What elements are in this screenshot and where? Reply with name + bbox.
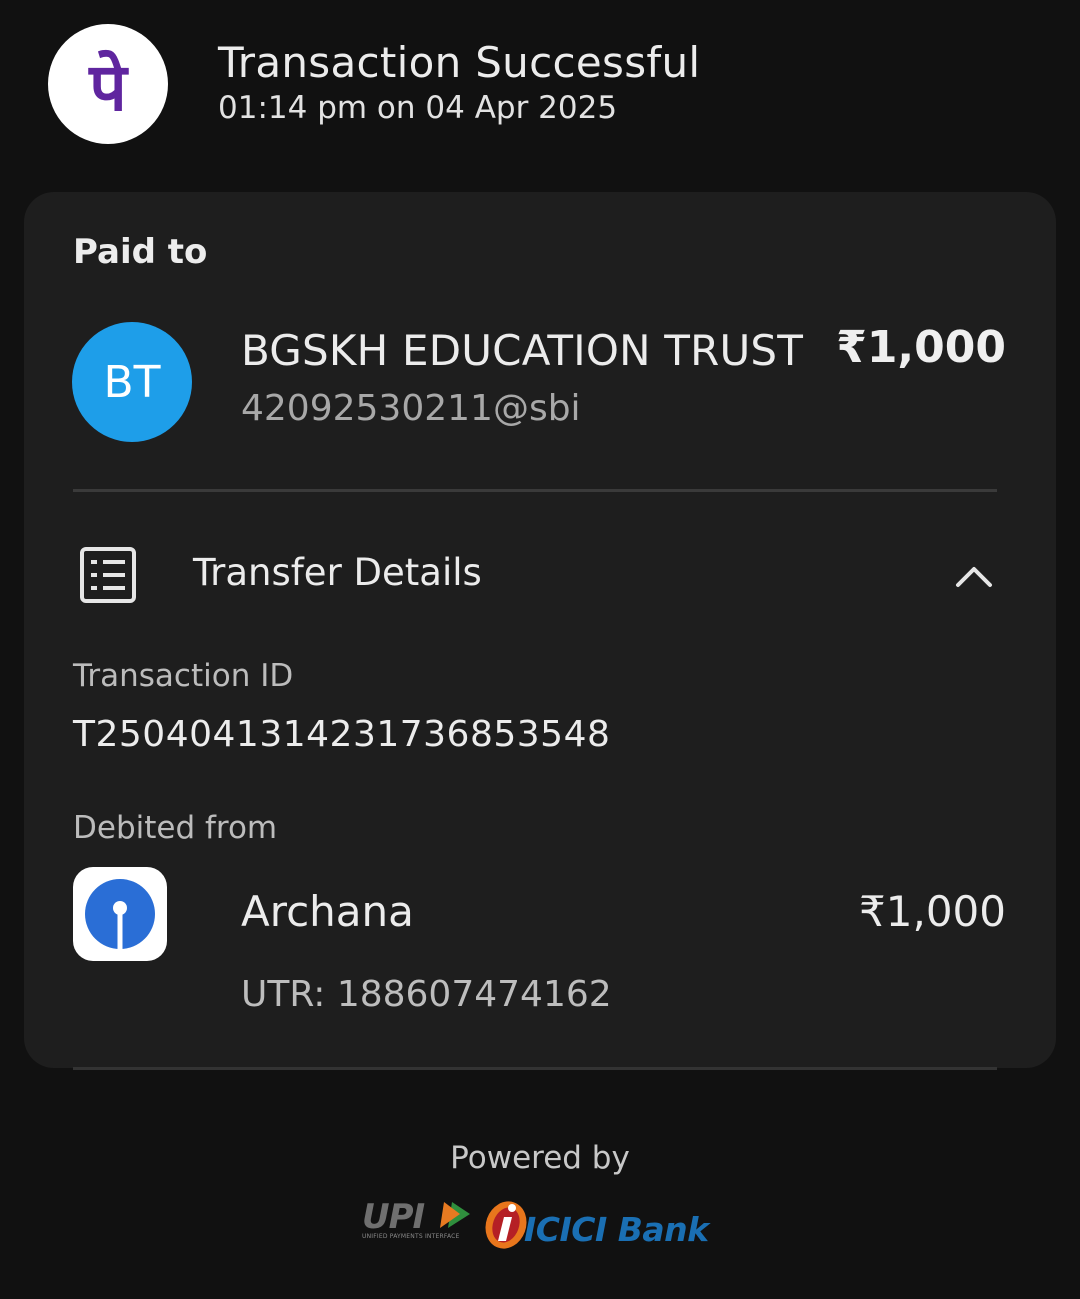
debit-amount: ₹1,000 — [859, 887, 1006, 936]
transaction-id-value[interactable]: T2504041314231736853548 — [73, 714, 610, 755]
paid-to-label: Paid to — [73, 232, 208, 272]
phonepe-icon: पे — [87, 49, 129, 126]
footer-divider — [73, 1067, 997, 1070]
phonepe-logo: पे — [48, 24, 168, 144]
paid-amount: ₹1,000 — [836, 322, 1006, 373]
payee-upi-id: 42092530211@sbi — [241, 388, 581, 429]
transaction-card: Paid to BT BGSKH EDUCATION TRUST 4209253… — [24, 192, 1056, 1068]
chevron-up-icon[interactable] — [954, 556, 994, 596]
powered-by-label: Powered by — [450, 1140, 630, 1176]
debited-from-label: Debited from — [73, 810, 278, 846]
transaction-id-label: Transaction ID — [73, 658, 294, 694]
debit-account-name: Archana — [241, 887, 414, 936]
transfer-details-toggle[interactable]: Transfer Details — [193, 551, 482, 594]
svg-text:UPI: UPI — [362, 1197, 425, 1237]
receipt-list-icon — [80, 547, 136, 603]
icici-bank-wordmark: ICICI Bank — [524, 1210, 709, 1249]
transaction-status-title: Transaction Successful — [218, 38, 701, 87]
payee-name: BGSKH EDUCATION TRUST — [241, 326, 804, 375]
sbi-bank-logo — [73, 867, 167, 961]
svg-text:पे: पे — [87, 49, 129, 126]
payee-avatar: BT — [72, 322, 192, 442]
utr-number[interactable]: UTR: 188607474162 — [241, 974, 612, 1015]
transaction-timestamp: 01:14 pm on 04 Apr 2025 — [218, 90, 618, 126]
payee-initials: BT — [103, 356, 161, 408]
section-divider — [73, 489, 997, 492]
upi-tagline: UNIFIED PAYMENTS INTERFACE — [362, 1233, 460, 1240]
sbi-bank-icon — [85, 879, 155, 950]
